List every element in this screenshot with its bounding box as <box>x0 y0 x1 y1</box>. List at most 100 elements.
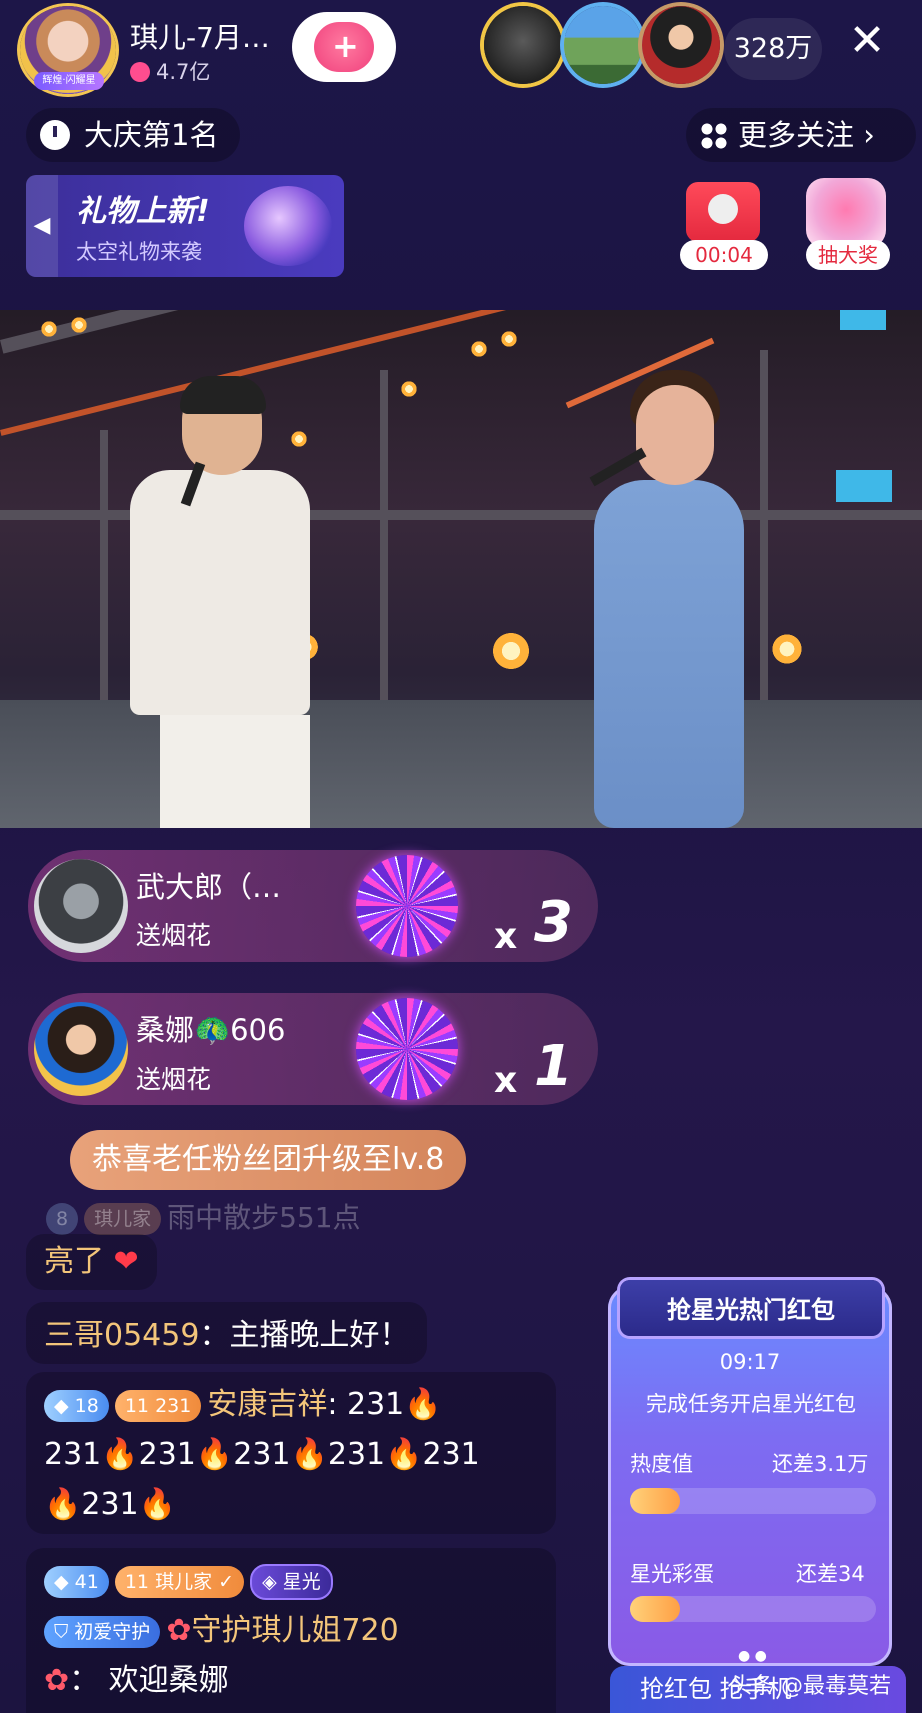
top-viewer-avatar-3[interactable] <box>642 6 720 84</box>
more-follow-button[interactable]: 更多关注 › <box>686 108 916 162</box>
user-level-badge: ◆ 41 <box>44 1565 109 1598</box>
red-packet-avatar <box>708 194 738 224</box>
gift-action: 送烟花 <box>136 1065 212 1094</box>
more-follow-label: 更多关注 <box>738 118 855 152</box>
female-singer <box>594 480 744 828</box>
stage-floor <box>0 700 922 828</box>
male-singer-hair <box>180 376 266 414</box>
stage-screen <box>836 470 892 502</box>
chat-message: 亮了 ❤ <box>26 1234 157 1290</box>
heat-label: 热度值 <box>630 1452 693 1476</box>
live-room: 辉煌·闪耀星 琪儿-7月… 4.7亿 + 328万 ✕ 大庆第1名 更多关注 ›… <box>0 0 922 1713</box>
user-level: 41 <box>74 1570 99 1593</box>
fan-badge: 11 琪儿家 ✓ <box>114 1565 245 1598</box>
gift-multiplier: x <box>494 916 518 957</box>
chat-text: 231 <box>327 1437 386 1472</box>
plus-icon: + <box>332 27 359 65</box>
stage-light <box>500 330 518 348</box>
viewer-count[interactable]: 328万 <box>724 18 822 80</box>
fan-level: 11 <box>124 1570 150 1593</box>
user-level-badge: ◆ 18 <box>44 1389 109 1422</box>
gift-sender-avatar[interactable] <box>34 1002 128 1096</box>
gift-sender-name[interactable]: 武大郎（… <box>136 864 281 906</box>
close-icon[interactable]: ✕ <box>842 16 892 66</box>
chat-username[interactable]: 安康吉祥 <box>207 1387 327 1422</box>
chat-message: 三哥05459：主播晚上好！ <box>26 1302 428 1364</box>
red-packet-timer: 00:04 <box>680 240 768 270</box>
top-viewer-avatar-1[interactable] <box>484 6 562 84</box>
fan-value: 231 <box>155 1394 192 1417</box>
chat-text: ： 欢迎桑娜 <box>69 1663 229 1698</box>
host-heat-value: 4.7亿 <box>156 60 211 84</box>
chat-text: 231 <box>138 1437 196 1472</box>
star-badge: ◈ 星光 <box>250 1563 333 1600</box>
star-egg-progress-fill <box>630 1596 680 1622</box>
star-egg-remaining: 还差34 <box>796 1562 865 1586</box>
stage-light <box>400 380 418 398</box>
stage-light <box>290 430 308 448</box>
rank-badge[interactable]: 大庆第1名 <box>26 108 241 162</box>
chat-text: 231 <box>81 1487 139 1522</box>
chat-text: 守护琪儿姐720 <box>191 1613 399 1648</box>
gift-count: 3 <box>534 890 573 955</box>
guard-badge-label: 初爱守护 <box>74 1620 151 1643</box>
gift-multiplier: x <box>494 1060 518 1101</box>
gift-action: 送烟花 <box>136 921 212 950</box>
female-singer-head <box>636 385 714 485</box>
flame-icon: 🔥 <box>290 1437 328 1472</box>
chat-text: : 231 <box>327 1387 405 1422</box>
chat-message: ◆ 41 11 琪儿家 ✓ ◈ 星光 ⛉ 初爱守护 ✿守护琪儿姐720 ✿： 欢迎桑娜 <box>26 1548 556 1713</box>
flame-icon: 🔥 <box>44 1487 82 1522</box>
chat-message: ◆ 18 11 231 安康吉祥: 231🔥 231🔥231🔥231🔥231🔥231… <box>26 1372 556 1534</box>
heart-icon <box>130 62 150 82</box>
chat-text: ：主播晚上好！ <box>199 1318 410 1353</box>
stage-light <box>490 630 532 672</box>
lottery-heart-icon[interactable] <box>806 178 886 248</box>
heat-remaining: 还差3.1万 <box>772 1452 869 1476</box>
fan-name: 琪儿家 <box>155 1570 213 1593</box>
grid-icon <box>700 122 728 150</box>
gift-sender-name[interactable]: 桑娜🦚606 <box>136 1007 285 1049</box>
page-dots: ● ● <box>738 1648 767 1664</box>
top-viewer-avatar-2[interactable] <box>564 6 642 84</box>
male-singer-shorts <box>160 715 310 828</box>
firework-icon <box>356 998 458 1100</box>
faded-level-badge: 8 <box>46 1203 79 1235</box>
space-gift-icon <box>244 186 332 266</box>
firework-icon <box>356 855 458 957</box>
gift-banner-subtitle: 太空礼物来袭 <box>76 240 202 264</box>
gift-count: 1 <box>534 1034 573 1099</box>
stage-light <box>40 320 58 338</box>
host-name[interactable]: 琪儿-7月… <box>130 16 270 56</box>
red-packet-subtitle: 完成任务开启星光红包 <box>646 1392 856 1416</box>
male-singer <box>130 470 310 715</box>
flower-icon: ✿ <box>166 1613 192 1648</box>
stage-light <box>770 632 804 666</box>
stage-light <box>70 316 88 334</box>
star-egg-label: 星光彩蛋 <box>630 1562 714 1586</box>
flame-icon: 🔥 <box>138 1487 176 1522</box>
user-level: 18 <box>74 1394 99 1417</box>
lottery-label[interactable]: 抽大奖 <box>806 240 890 270</box>
gift-banner-title: 礼物上新! <box>76 194 210 229</box>
faded-chat-message: 8 琪儿家 雨中散步551点 <box>46 1196 361 1236</box>
faded-fan-badge: 琪儿家 <box>84 1203 162 1235</box>
fan-badge: 11 231 <box>114 1389 202 1422</box>
heat-progress-fill <box>630 1488 680 1514</box>
stage-screen <box>840 310 886 330</box>
flame-icon: 🔥 <box>404 1387 442 1422</box>
star-badge-label: 星光 <box>282 1570 321 1593</box>
gift-sender-avatar[interactable] <box>34 859 128 953</box>
flame-icon: 🔥 <box>385 1437 423 1472</box>
caret-left-icon[interactable]: ◀ <box>26 175 58 277</box>
flower-icon: ✿ <box>44 1663 70 1698</box>
flame-icon: 🔥 <box>101 1437 139 1472</box>
flame-icon: 🔥 <box>195 1437 234 1472</box>
chat-username[interactable]: 三哥05459 <box>44 1318 199 1353</box>
chat-text: 231 <box>44 1437 102 1472</box>
rank-label: 大庆第1名 <box>84 118 219 152</box>
guard-badge: ⛉ 初爱守护 <box>44 1615 161 1648</box>
chat-text: 231 <box>233 1437 291 1472</box>
chat-text: 231 <box>422 1437 480 1472</box>
faded-chat-text: 雨中散步551点 <box>167 1201 361 1234</box>
